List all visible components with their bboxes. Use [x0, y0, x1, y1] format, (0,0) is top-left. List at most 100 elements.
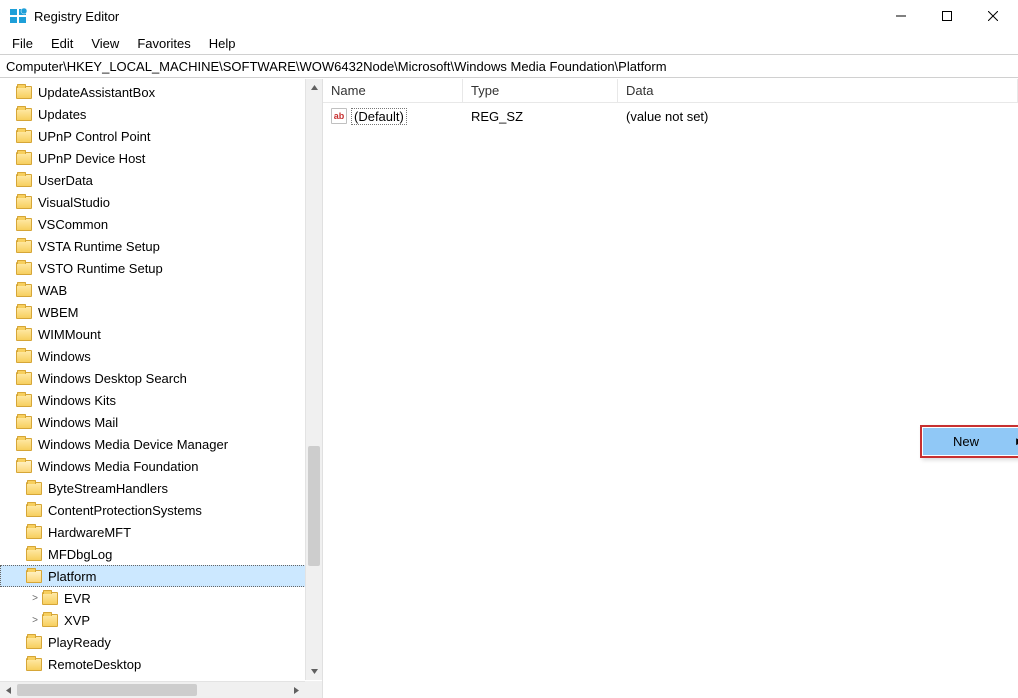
folder-icon — [16, 240, 32, 253]
tree-item-label: Windows Media Foundation — [38, 459, 198, 474]
tree-item[interactable]: Windows — [0, 345, 322, 367]
tree-item[interactable]: Windows Media Foundation — [0, 455, 322, 477]
tree-item-label: PlayReady — [48, 635, 111, 650]
scrollbar-thumb-h[interactable] — [17, 684, 197, 696]
tree-item-label: ByteStreamHandlers — [48, 481, 168, 496]
menu-file[interactable]: File — [4, 34, 41, 53]
string-value-icon — [331, 108, 347, 124]
scroll-right-icon[interactable] — [288, 682, 305, 698]
tree-item[interactable]: VSTA Runtime Setup — [0, 235, 322, 257]
tree-expander-icon[interactable]: > — [30, 615, 40, 626]
value-name: (Default) — [351, 108, 407, 125]
tree-item-label: MFDbgLog — [48, 547, 112, 562]
folder-icon — [26, 658, 42, 671]
folder-icon — [42, 614, 58, 627]
menubar: File Edit View Favorites Help — [0, 32, 1018, 54]
menu-edit[interactable]: Edit — [43, 34, 81, 53]
column-name[interactable]: Name — [323, 79, 463, 102]
value-data: (value not set) — [618, 109, 1018, 124]
address-bar[interactable]: Computer\HKEY_LOCAL_MACHINE\SOFTWARE\WOW… — [0, 54, 1018, 78]
minimize-button[interactable] — [878, 0, 924, 32]
tree-item-label: Platform — [48, 569, 96, 584]
tree-item[interactable]: Windows Desktop Search — [0, 367, 322, 389]
tree-item-label: Updates — [38, 107, 86, 122]
tree-item[interactable]: Windows Kits — [0, 389, 322, 411]
tree-item[interactable]: VisualStudio — [0, 191, 322, 213]
tree-item-label: Windows Desktop Search — [38, 371, 187, 386]
tree-item[interactable]: RemoteDesktop — [0, 653, 322, 675]
tree-item[interactable]: HardwareMFT — [0, 521, 322, 543]
tree-item[interactable]: VSCommon — [0, 213, 322, 235]
menu-help[interactable]: Help — [201, 34, 244, 53]
tree-vertical-scrollbar[interactable] — [305, 79, 322, 680]
tree-item[interactable]: ContentProtectionSystems — [0, 499, 322, 521]
tree-item[interactable]: ByteStreamHandlers — [0, 477, 322, 499]
tree-item[interactable]: MFDbgLog — [0, 543, 322, 565]
folder-icon — [16, 174, 32, 187]
folder-icon — [16, 196, 32, 209]
folder-icon — [26, 504, 42, 517]
tree-item[interactable]: Windows Media Device Manager — [0, 433, 322, 455]
maximize-button[interactable] — [924, 0, 970, 32]
tree-item[interactable]: UserData — [0, 169, 322, 191]
folder-icon — [16, 284, 32, 297]
folder-icon — [16, 416, 32, 429]
tree-item-label: Windows — [38, 349, 91, 364]
tree-item[interactable]: Windows Mail — [0, 411, 322, 433]
folder-icon — [26, 482, 42, 495]
folder-icon — [16, 438, 32, 451]
tree-item-label: WAB — [38, 283, 67, 298]
scroll-left-icon[interactable] — [0, 682, 17, 698]
folder-icon — [16, 130, 32, 143]
address-text: Computer\HKEY_LOCAL_MACHINE\SOFTWARE\WOW… — [6, 59, 667, 74]
tree-item-label: UPnP Device Host — [38, 151, 145, 166]
folder-icon — [26, 548, 42, 561]
tree-item-label: WIMMount — [38, 327, 101, 342]
tree-item-label: VSCommon — [38, 217, 108, 232]
list-pane: Name Type Data (Default) REG_SZ(value not… — [323, 79, 1018, 698]
tree-item[interactable]: WAB — [0, 279, 322, 301]
tree-item[interactable]: VSTO Runtime Setup — [0, 257, 322, 279]
column-data[interactable]: Data — [618, 79, 1018, 102]
tree-item-label: VisualStudio — [38, 195, 110, 210]
close-button[interactable] — [970, 0, 1016, 32]
tree-expander-icon[interactable]: > — [30, 593, 40, 604]
folder-icon — [26, 636, 42, 649]
scrollbar-thumb[interactable] — [308, 446, 320, 566]
tree-item-label: ContentProtectionSystems — [48, 503, 202, 518]
tree-horizontal-scrollbar[interactable] — [0, 681, 305, 698]
tree-item[interactable]: > EVR — [0, 587, 322, 609]
tree-item[interactable]: UPnP Control Point — [0, 125, 322, 147]
folder-icon — [16, 218, 32, 231]
tree-item[interactable]: Platform — [0, 565, 322, 587]
tree-item[interactable]: Updates — [0, 103, 322, 125]
tree-item[interactable]: > XVP — [0, 609, 322, 631]
window-title: Registry Editor — [34, 9, 119, 24]
list-header: Name Type Data — [323, 79, 1018, 103]
tree-item[interactable]: PlayReady — [0, 631, 322, 653]
tree-item-label: HardwareMFT — [48, 525, 131, 540]
scroll-down-icon[interactable] — [306, 663, 322, 680]
value-type: REG_SZ — [463, 109, 618, 124]
tree-item-label: XVP — [64, 613, 90, 628]
tree-item[interactable]: WBEM — [0, 301, 322, 323]
column-type[interactable]: Type — [463, 79, 618, 102]
tree-item-label: RemoteDesktop — [48, 657, 141, 672]
tree-item[interactable]: WIMMount — [0, 323, 322, 345]
tree-item[interactable]: UPnP Device Host — [0, 147, 322, 169]
context-item-new[interactable]: New ▶ — [923, 428, 1018, 455]
context-item-label: New — [953, 434, 979, 449]
tree-item-label: Windows Mail — [38, 415, 118, 430]
tree-item-label: Windows Media Device Manager — [38, 437, 228, 452]
tree-item-label: WBEM — [38, 305, 78, 320]
scroll-up-icon[interactable] — [306, 79, 322, 96]
tree-item-label: EVR — [64, 591, 91, 606]
list-row[interactable]: (Default) REG_SZ(value not set) — [323, 105, 1018, 127]
tree-item[interactable]: UpdateAssistantBox — [0, 81, 322, 103]
folder-icon — [16, 306, 32, 319]
folder-icon — [42, 592, 58, 605]
menu-view[interactable]: View — [83, 34, 127, 53]
menu-favorites[interactable]: Favorites — [129, 34, 198, 53]
folder-icon — [16, 152, 32, 165]
tree-item-label: UpdateAssistantBox — [38, 85, 155, 100]
